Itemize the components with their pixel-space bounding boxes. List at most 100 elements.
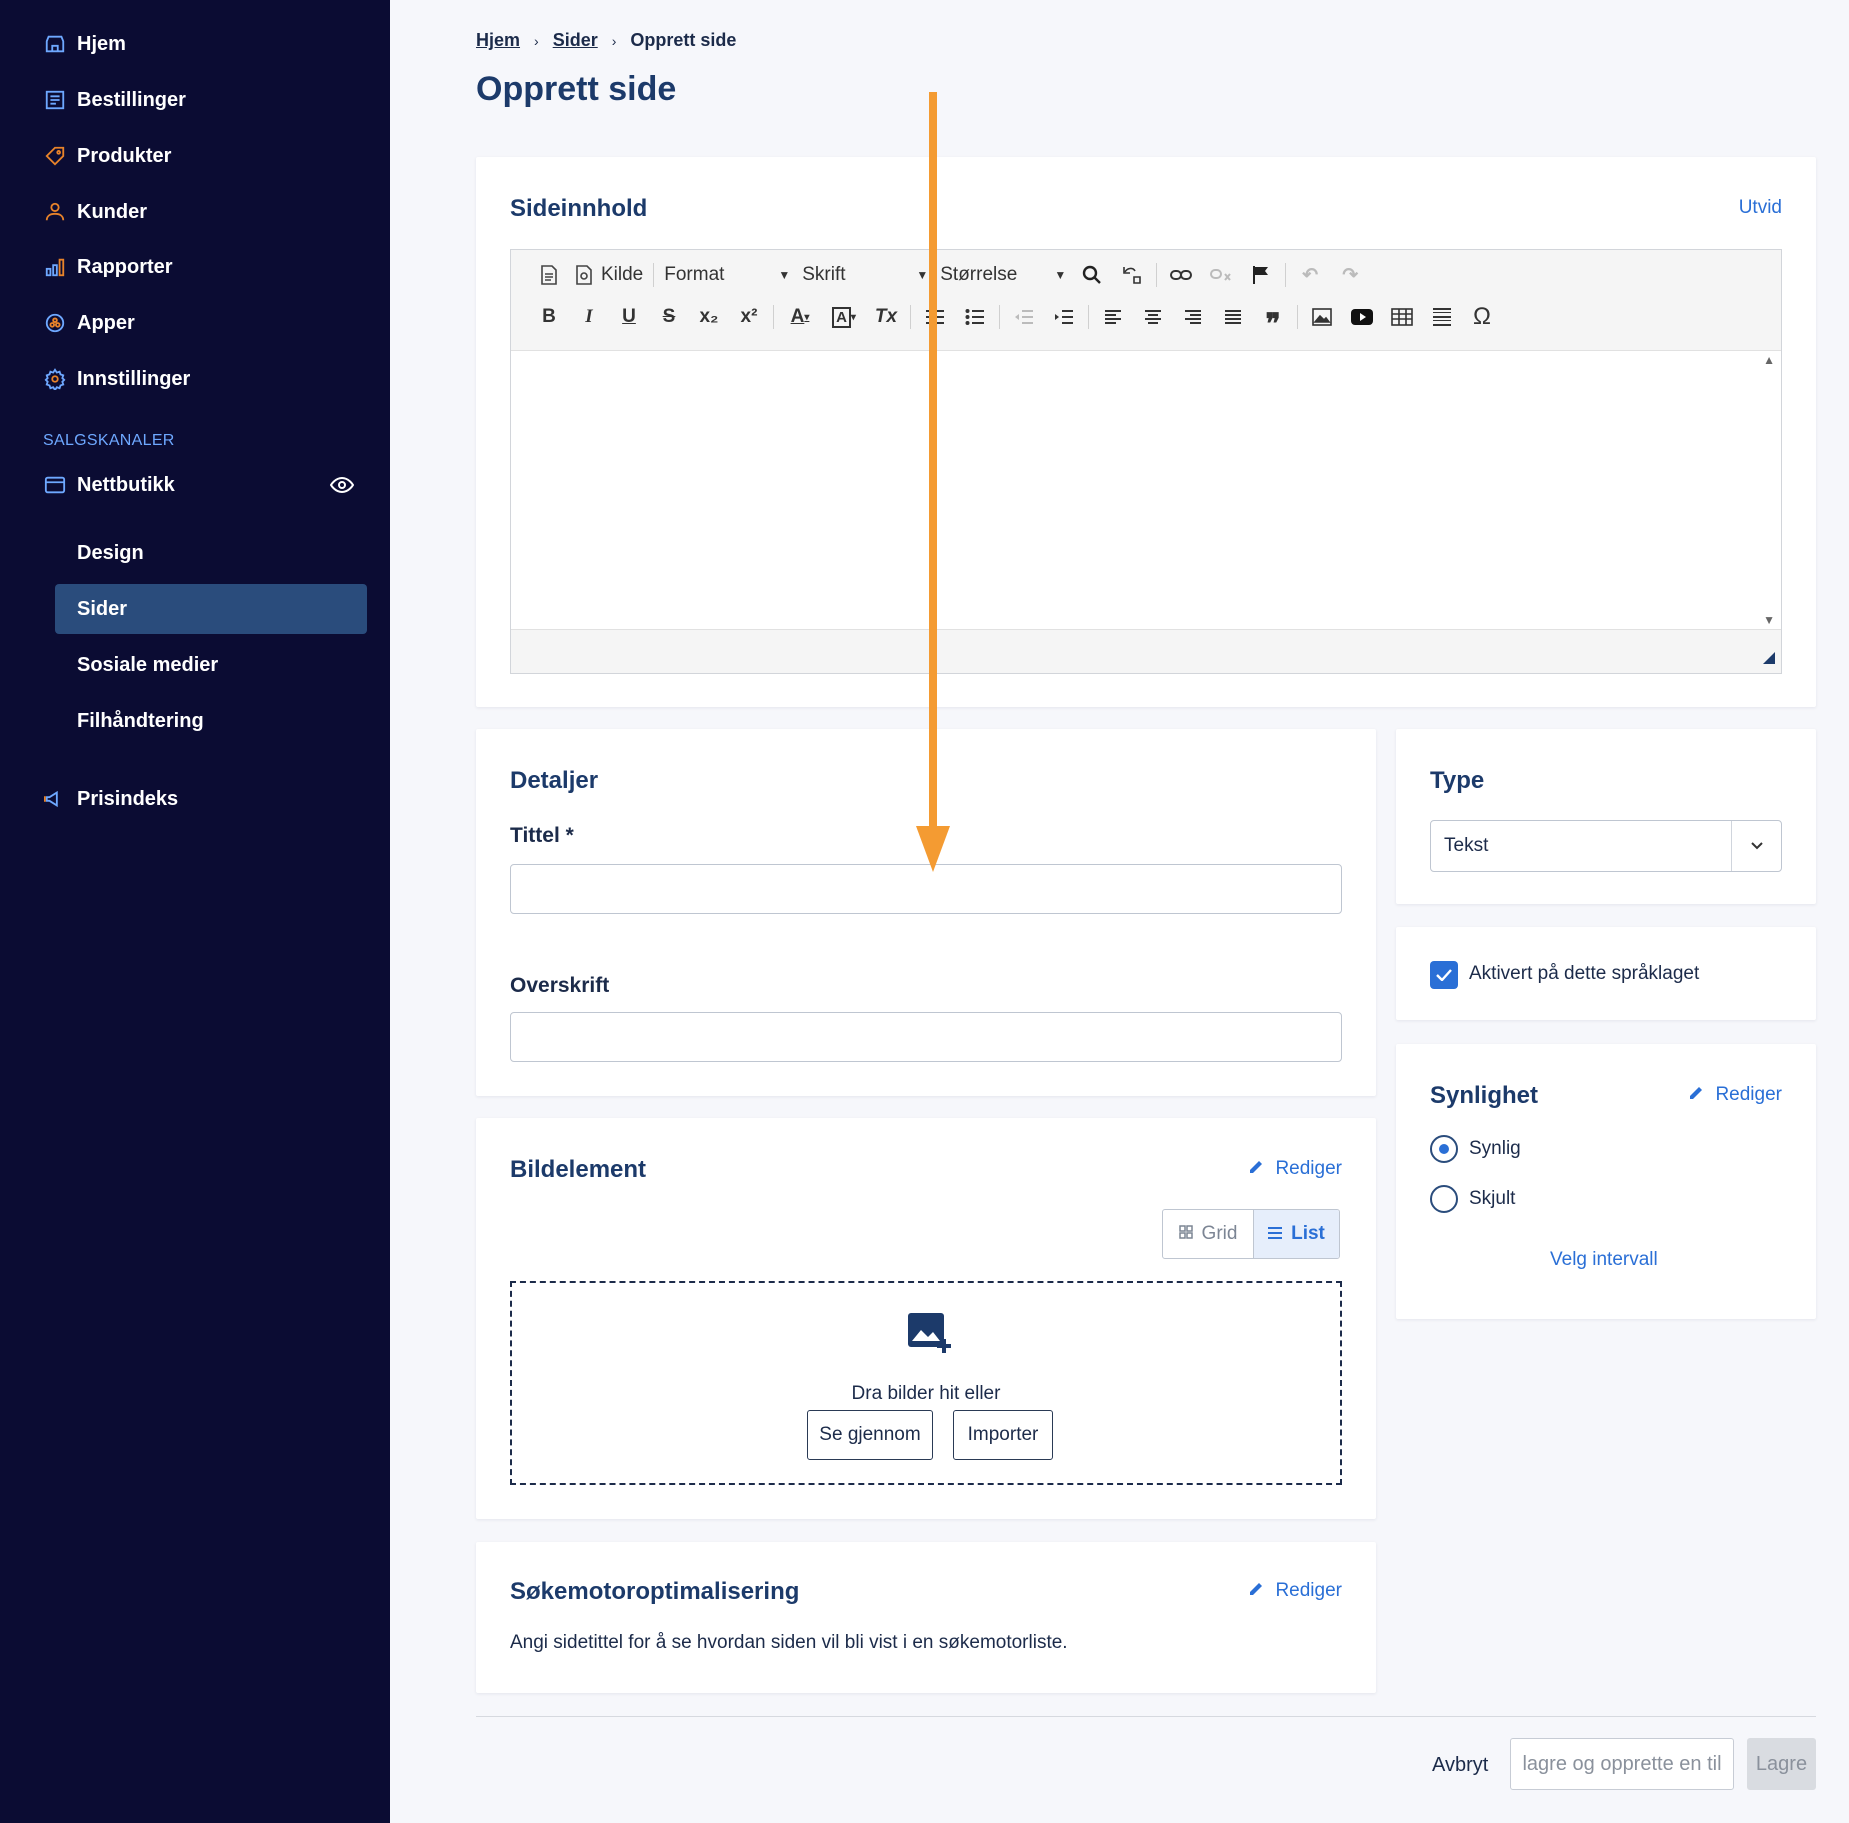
special-character-icon[interactable]: Ω — [1462, 300, 1502, 334]
strikethrough-button[interactable]: S — [649, 300, 689, 334]
sidebar-item-reports[interactable]: Rapporter — [43, 247, 173, 287]
visibility-edit-button[interactable]: Rediger — [1689, 1084, 1782, 1106]
image-card: Bildelement Rediger Grid List Dra bilder… — [476, 1118, 1376, 1519]
horizontal-rule-icon[interactable] — [1422, 300, 1462, 334]
source-button[interactable]: Kilde — [569, 258, 649, 292]
anchor-flag-icon[interactable] — [1241, 258, 1281, 292]
content-card-title: Sideinnhold — [510, 195, 648, 222]
text-color-button[interactable]: A ▾ — [778, 300, 822, 334]
format-dropdown[interactable]: Format ▼ — [658, 258, 796, 292]
gear-icon — [43, 367, 67, 391]
caret-down-icon: ▼ — [1054, 268, 1067, 282]
sidebar-subitem-pages[interactable]: Sider — [55, 584, 367, 634]
sidebar-subitem-design[interactable]: Design — [55, 528, 367, 578]
caret-down-icon: ▼ — [778, 268, 791, 282]
import-button[interactable]: Importer — [953, 1410, 1053, 1460]
list-view-button[interactable]: List — [1253, 1210, 1339, 1258]
cancel-button[interactable]: Avbryt — [1432, 1754, 1488, 1777]
resize-handle-icon[interactable] — [1763, 651, 1775, 669]
youtube-icon[interactable] — [1342, 300, 1382, 334]
expand-link[interactable]: Utvid — [1739, 197, 1782, 219]
align-right-icon[interactable] — [1173, 300, 1213, 334]
type-select[interactable]: Tekst — [1430, 820, 1782, 872]
replace-icon[interactable] — [1112, 258, 1152, 292]
pencil-icon — [1689, 1084, 1705, 1106]
blockquote-icon[interactable]: ❞ — [1253, 300, 1293, 339]
scroll-up-icon[interactable]: ▲ — [1763, 353, 1775, 367]
toolbar-divider — [910, 305, 911, 329]
add-image-icon — [908, 1313, 952, 1360]
background-color-button[interactable]: A ▾ — [822, 300, 866, 334]
size-dropdown[interactable]: Størrelse ▼ — [934, 258, 1072, 292]
align-center-icon[interactable] — [1133, 300, 1173, 334]
superscript-button[interactable]: x² — [729, 300, 769, 334]
link-icon[interactable] — [1161, 258, 1201, 292]
type-card: Type Tekst — [1396, 729, 1816, 904]
toolbar-divider — [1088, 305, 1089, 329]
sidebar-item-webshop[interactable]: Nettbutikk — [43, 465, 175, 505]
sidebar-subitem-social[interactable]: Sosiale medier — [55, 640, 367, 690]
font-label: Skrift — [802, 264, 846, 285]
chevron-right-icon: › — [534, 32, 539, 49]
activated-checkbox[interactable] — [1430, 961, 1458, 989]
font-dropdown[interactable]: Skrift ▼ — [796, 258, 934, 292]
details-title: Detaljer — [510, 767, 599, 794]
image-icon[interactable] — [1302, 300, 1342, 334]
sidebar-item-home[interactable]: Hjem — [43, 24, 126, 64]
redo-icon[interactable]: ↷ — [1330, 258, 1370, 292]
breadcrumb-home-link[interactable]: Hjem — [476, 30, 520, 51]
subscript-button[interactable]: x₂ — [689, 300, 729, 334]
editor-content-area[interactable]: ▲ ▼ — [511, 350, 1781, 630]
sidebar-item-orders[interactable]: Bestillinger — [43, 80, 186, 120]
source-label: Kilde — [601, 264, 644, 285]
sidebar-item-customers[interactable]: Kunder — [43, 192, 147, 232]
sidebar-item-label: Nettbutikk — [77, 473, 175, 496]
choose-interval-link[interactable]: Velg intervall — [1550, 1249, 1658, 1271]
heading-input[interactable] — [510, 1012, 1342, 1062]
underline-button[interactable]: U — [609, 300, 649, 334]
image-dropzone[interactable]: Dra bilder hit eller Se gjennom Importer — [510, 1281, 1342, 1485]
bullet-list-icon[interactable] — [955, 300, 995, 334]
grid-view-button[interactable]: Grid — [1163, 1210, 1253, 1258]
align-justify-icon[interactable] — [1213, 300, 1253, 334]
edit-label: Rediger — [1715, 1084, 1782, 1105]
sidebar-item-settings[interactable]: Innstillinger — [43, 359, 190, 399]
align-left-icon[interactable] — [1093, 300, 1133, 334]
numbered-list-icon[interactable] — [915, 300, 955, 334]
store-icon — [43, 32, 67, 56]
remove-format-button[interactable]: Tx — [866, 300, 906, 334]
italic-button[interactable]: I — [569, 300, 609, 334]
table-icon[interactable] — [1382, 300, 1422, 334]
view-toggle: Grid List — [1162, 1209, 1340, 1259]
visible-radio[interactable] — [1430, 1135, 1458, 1163]
save-button[interactable]: Lagre — [1747, 1738, 1816, 1790]
hidden-radio[interactable] — [1430, 1185, 1458, 1213]
sidebar-item-label: Apper — [77, 311, 135, 334]
outdent-icon[interactable] — [1004, 300, 1044, 334]
unlink-icon[interactable] — [1201, 258, 1241, 292]
new-page-icon[interactable] — [529, 258, 569, 292]
breadcrumb-current: Opprett side — [630, 30, 737, 50]
sidebar-item-price-index[interactable]: Prisindeks — [43, 779, 178, 819]
image-edit-button[interactable]: Rediger — [1249, 1158, 1342, 1180]
activation-card: Aktivert på dette språklaget — [1396, 927, 1816, 1020]
chevron-right-icon: › — [611, 32, 617, 49]
eye-icon[interactable] — [329, 473, 355, 497]
browse-button[interactable]: Se gjennom — [807, 1410, 933, 1460]
bold-button[interactable]: B — [529, 300, 569, 334]
caret-down-icon: ▼ — [916, 268, 929, 282]
search-icon[interactable] — [1072, 258, 1112, 292]
breadcrumb: Hjem › Sider › Opprett side — [476, 30, 736, 51]
breadcrumb-pages-link[interactable]: Sider — [553, 30, 598, 51]
save-and-create-another-button[interactable]: lagre og opprette en til — [1510, 1738, 1734, 1790]
sidebar-subitem-files[interactable]: Filhåndtering — [55, 696, 367, 746]
scroll-down-icon[interactable]: ▼ — [1763, 613, 1775, 627]
indent-icon[interactable] — [1044, 300, 1084, 334]
image-card-title: Bildelement — [510, 1156, 647, 1183]
title-input[interactable] — [510, 864, 1342, 914]
sidebar-item-apps[interactable]: Apper — [43, 303, 135, 343]
page-title: Opprett side — [476, 70, 677, 108]
sidebar-item-products[interactable]: Produkter — [43, 136, 171, 176]
undo-icon[interactable]: ↶ — [1290, 258, 1330, 292]
seo-edit-button[interactable]: Rediger — [1249, 1580, 1342, 1602]
